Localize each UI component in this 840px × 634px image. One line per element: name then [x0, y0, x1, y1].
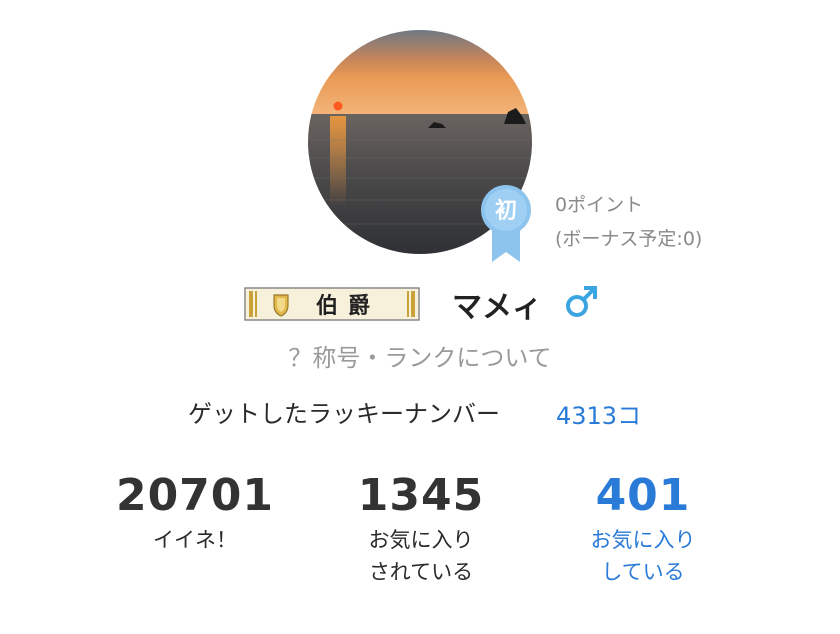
male-icon: [563, 284, 599, 320]
likes-count: 20701: [115, 470, 275, 521]
stat-likes: 20701 イイネ！: [90, 470, 300, 556]
favoriting-label-line1[interactable]: お気に入り: [538, 524, 748, 556]
title-badge[interactable]: 伯爵: [244, 287, 420, 321]
points-info: 0ポイント (ボーナス予定:0): [555, 188, 702, 256]
rank-help-link[interactable]: ？称号・ランクについて: [0, 338, 840, 373]
favorited-count: 1345: [357, 470, 485, 521]
bonus-text: (ボーナス予定:0): [555, 228, 703, 250]
favoriting-count[interactable]: 401: [538, 470, 748, 522]
likes-label-line: イイネ！: [153, 528, 237, 552]
username: マメィ: [452, 290, 542, 325]
profile-page: 初 0ポイント (ボーナス予定:0) 伯爵 マメィ ？称号・ランクについて ゲッ…: [0, 0, 840, 634]
favoriting-label[interactable]: お気に入り している: [538, 524, 748, 588]
lucky-number-label: ゲットしたラッキーナンバー: [188, 400, 500, 428]
rank-badge-text: 初: [495, 198, 517, 224]
title-badge-text: 伯爵: [316, 293, 380, 319]
lucky-number-value[interactable]: 4313コ: [556, 396, 641, 431]
rank-ribbon-icon[interactable]: 初: [480, 184, 532, 264]
points-text: 0ポイント: [555, 194, 644, 216]
favorited-label-line1: お気に入り: [368, 528, 474, 552]
stat-favorited: 1345 お気に入り されている: [316, 470, 526, 588]
favorited-label: お気に入り されている: [316, 524, 526, 588]
likes-label: イイネ！: [90, 524, 300, 556]
stat-favoriting[interactable]: 401 お気に入り している: [538, 470, 748, 588]
favorited-label-line2: されている: [368, 560, 474, 584]
favoriting-label-line2[interactable]: している: [538, 556, 748, 588]
